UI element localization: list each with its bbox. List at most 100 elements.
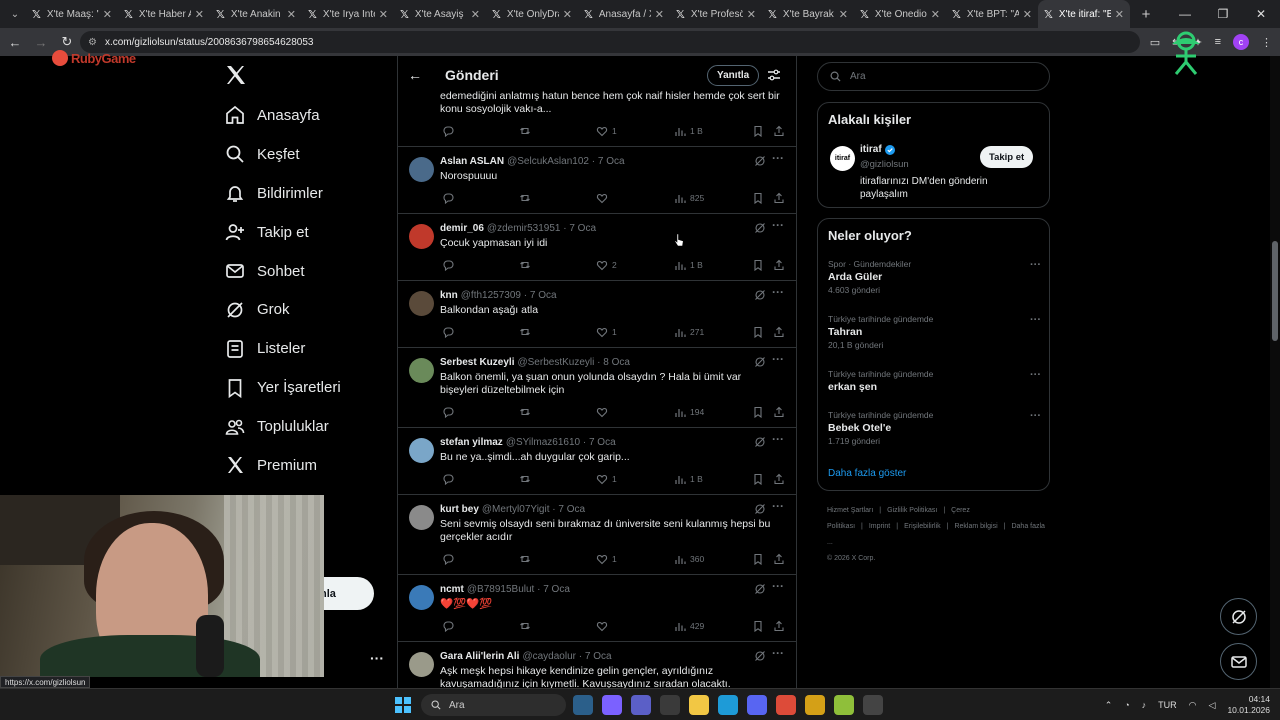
tweet-handle[interactable]: @SYilmaz61610 (506, 437, 580, 448)
like-action[interactable]: 1 (596, 326, 617, 338)
tweet-author-name[interactable]: Serbest Kuzeyli (440, 357, 514, 368)
taskbar-search[interactable]: Ara (421, 694, 566, 716)
bookmark-action[interactable] (752, 326, 764, 338)
cast-icon[interactable]: ▭ (1150, 36, 1160, 49)
menu-icon[interactable]: ⋮ (1261, 36, 1272, 49)
grok-icon[interactable] (754, 356, 766, 368)
footer-link[interactable]: Reklam bilgisi (954, 523, 997, 530)
nav-item-list[interactable]: Listeler (224, 329, 341, 368)
views-action[interactable]: 1 B (674, 473, 703, 485)
tweet-handle[interactable]: @caydaolur (522, 651, 576, 662)
start-icon[interactable] (395, 697, 411, 713)
nav-item-mail[interactable]: Sohbet (224, 252, 341, 291)
tweet[interactable]: stefan yilmaz @SYilmaz61610 · 7 Oca ··· Bu … (398, 428, 796, 495)
tweet-date[interactable]: 7 Oca (543, 584, 570, 595)
tweet[interactable]: Aslan ASLAN @SelcukAslan102 · 7 Oca ··· Nor… (398, 147, 796, 214)
tab-close-icon[interactable]: ✕ (839, 8, 848, 21)
tab-search-icon[interactable]: ⌄ (4, 3, 26, 25)
more-options-icon[interactable]: ··· (1030, 314, 1041, 326)
bookmark-action[interactable] (752, 192, 764, 204)
tab-close-icon[interactable]: ✕ (655, 8, 664, 21)
footer-link[interactable]: Erişilebilirlik (904, 523, 941, 530)
clock[interactable]: 04:14 10.01.2026 (1227, 694, 1270, 716)
browser-tab[interactable]: 𝕏 X'te Onedio: ✕ (854, 0, 946, 28)
like-action[interactable] (596, 406, 612, 418)
more-options-icon[interactable]: ··· (772, 285, 784, 299)
site-info-icon[interactable]: ⚙ (88, 37, 97, 48)
share-action[interactable] (773, 125, 785, 137)
more-options-icon[interactable]: ··· (772, 499, 784, 513)
avatar[interactable] (409, 438, 434, 463)
views-action[interactable]: 825 (674, 192, 704, 204)
tweet-author-name[interactable]: stefan yilmaz (440, 437, 503, 448)
reply-action[interactable] (442, 125, 458, 137)
tab-close-icon[interactable]: ✕ (287, 8, 296, 21)
grok-icon[interactable] (754, 222, 766, 234)
minimize-icon[interactable]: — (1166, 0, 1204, 28)
grok-icon[interactable] (754, 503, 766, 515)
tweet-date[interactable]: 7 Oca (558, 504, 585, 515)
footer-link[interactable]: Hizmet Şartları (827, 507, 873, 514)
edge-icon[interactable] (718, 695, 738, 715)
trend-item[interactable]: Türkiye tarihinde gündemde erkan şen ··· (828, 369, 1041, 393)
chevron-up-icon[interactable]: ⌃ (1105, 700, 1113, 711)
browser-tab[interactable]: 𝕏 X'te Asayiş B ✕ (394, 0, 486, 28)
more-options-icon[interactable]: ··· (772, 352, 784, 366)
more-options-icon[interactable]: ··· (1030, 259, 1041, 271)
tweet-author-name[interactable]: ncmt (440, 584, 464, 595)
tweet-date[interactable]: 7 Oca (569, 223, 596, 234)
views-action[interactable]: 1 B (674, 125, 703, 137)
back-arrow-icon[interactable]: ← (408, 67, 422, 83)
browser-tab[interactable]: 𝕏 X'te Bayrak H ✕ (762, 0, 854, 28)
url-field[interactable]: ⚙ x.com/gizliolsun/status/20086367986546… (80, 31, 1140, 53)
bookmark-action[interactable] (752, 553, 764, 565)
more-options-icon[interactable]: ··· (772, 646, 784, 660)
reply-action[interactable] (442, 553, 458, 565)
search-input[interactable]: Ara (817, 62, 1050, 91)
avatar[interactable] (409, 652, 434, 677)
volume-icon[interactable]: ◁ (1209, 700, 1216, 711)
trend-item[interactable]: Türkiye tarihinde gündemde Tahran 20,1 B g… (828, 314, 1041, 350)
more-options-icon[interactable]: ··· (1030, 369, 1041, 381)
like-action[interactable]: 1 (596, 473, 617, 485)
more-options-icon[interactable]: ··· (772, 218, 784, 232)
retweet-action[interactable] (519, 192, 535, 204)
tweet-author-name[interactable]: Aslan ASLAN (440, 156, 504, 167)
profile-avatar[interactable]: c (1233, 34, 1249, 50)
retweet-action[interactable] (519, 473, 535, 485)
bookmark-action[interactable] (752, 259, 764, 271)
grok-fab[interactable] (1220, 598, 1257, 635)
tweet-date[interactable]: 7 Oca (598, 156, 625, 167)
tab-close-icon[interactable]: ✕ (1023, 8, 1032, 21)
views-action[interactable]: 271 (674, 326, 704, 338)
tweet-date[interactable]: 7 Oca (585, 651, 612, 662)
x-logo-icon[interactable] (224, 63, 248, 87)
nav-item-grok[interactable]: Grok (224, 290, 341, 329)
browser-tab[interactable]: 𝕏 X'te Haber A ✕ (118, 0, 210, 28)
new-tab-button[interactable]: + (1134, 6, 1158, 23)
tweet[interactable]: demir_06 @zdemir531951 · 7 Oca ··· Çocuk ya… (398, 214, 796, 281)
avatar[interactable] (409, 224, 434, 249)
tweet-author-name[interactable]: demir_06 (440, 223, 484, 234)
share-action[interactable] (773, 620, 785, 632)
bookmark-action[interactable] (752, 620, 764, 632)
app-icon[interactable] (863, 695, 883, 715)
reply-action[interactable] (442, 406, 458, 418)
tweet[interactable]: Serbest Kuzeyli @SerbestKuzeyli · 8 Oca ··… (398, 348, 796, 428)
retweet-action[interactable] (519, 259, 535, 271)
tab-close-icon[interactable]: ✕ (563, 8, 572, 21)
reply-action[interactable] (442, 620, 458, 632)
avatar[interactable] (409, 505, 434, 530)
tab-close-icon[interactable]: ✕ (103, 8, 112, 21)
avatar[interactable] (409, 291, 434, 316)
tweet-handle[interactable]: @Mertyl07Yigit (482, 504, 550, 515)
teams-icon[interactable] (631, 695, 651, 715)
retweet-action[interactable] (519, 620, 535, 632)
retweet-action[interactable] (519, 326, 535, 338)
nav-item-search[interactable]: Keşfet (224, 135, 341, 174)
trend-item[interactable]: Türkiye tarihinde gündemde Bebek Otel'e 1.… (828, 410, 1041, 446)
share-action[interactable] (773, 259, 785, 271)
like-action[interactable] (596, 620, 612, 632)
views-action[interactable]: 429 (674, 620, 704, 632)
nav-item-person-add[interactable]: Takip et (224, 213, 341, 252)
